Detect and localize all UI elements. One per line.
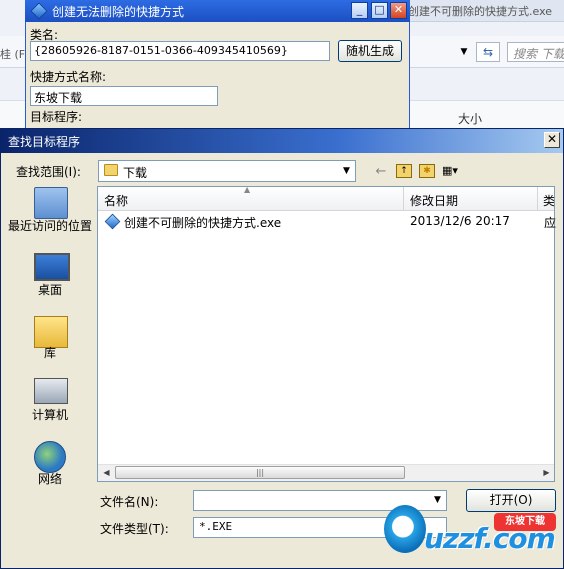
place-computer[interactable]: 计算机 [8, 378, 92, 424]
chevron-down-icon[interactable]: ▼ [338, 162, 355, 180]
chevron-down-icon[interactable]: ▼ [455, 42, 473, 62]
view-menu-icon[interactable]: ▦▾ [442, 163, 468, 179]
close-button[interactable]: ✕ [390, 2, 407, 19]
watermark-badge: 东坡下载 [494, 513, 556, 531]
place-recent-label: 最近访问的位置 [8, 219, 93, 233]
place-desktop[interactable]: 桌面 [8, 253, 92, 298]
minimize-button[interactable]: _ [351, 2, 368, 19]
random-generate-button[interactable]: 随机生成 [338, 40, 402, 62]
scroll-right-icon[interactable]: ▶ [539, 465, 554, 480]
library-icon [34, 316, 68, 348]
file-name[interactable]: 创建不可删除的快捷方式.exe [124, 214, 384, 230]
file-type: 应 [544, 216, 556, 230]
shortcut-name-field[interactable]: 东坡下载 [30, 86, 218, 106]
file-modified-date: 2013/12/6 20:17 [410, 214, 510, 228]
filetype-label: 文件类型(T): [100, 522, 169, 536]
maximize-button[interactable]: □ [371, 2, 388, 19]
place-libraries-label: 库 [43, 346, 56, 360]
close-button[interactable]: ✕ [544, 132, 560, 148]
place-network-label: 网络 [37, 472, 62, 486]
recent-places-icon [34, 187, 68, 219]
shortcut-name-label: 快捷方式名称: [30, 70, 107, 84]
lookin-label: 查找范围(I): [16, 165, 81, 179]
place-libraries[interactable]: 库 [8, 316, 92, 362]
desktop-icon [34, 253, 70, 281]
classname-label: 类名: [30, 28, 59, 42]
lookin-value: 下载 [123, 166, 148, 180]
find-target-title: 查找目标程序 [8, 135, 81, 149]
computer-icon [34, 378, 68, 404]
sort-ascending-icon: ▲ [244, 185, 251, 194]
background-window-title: 创建不可删除的快捷方式.exe [408, 5, 553, 18]
classname-field[interactable]: {28605926-8187-0151-0366-409345410569} [30, 41, 330, 61]
network-globe-icon [34, 441, 66, 473]
new-folder-icon[interactable]: ✱ [419, 164, 435, 178]
target-program-label: 目标程序: [30, 110, 83, 124]
background-address-fragment: 桂 (F: [0, 48, 26, 61]
place-network[interactable]: 网络 [8, 441, 92, 487]
up-folder-icon[interactable]: ↑ [396, 164, 412, 178]
refresh-icon[interactable]: ⇆ [476, 42, 500, 62]
uzzf-logo-icon [384, 505, 426, 553]
scroll-left-icon[interactable]: ◀ [99, 465, 114, 480]
place-desktop-label: 桌面 [37, 283, 62, 297]
search-input[interactable]: 搜索 下载 [507, 42, 564, 62]
place-computer-label: 计算机 [31, 408, 68, 422]
folder-icon [104, 164, 118, 176]
create-shortcut-title: 创建无法删除的快捷方式 [52, 5, 185, 19]
scrollbar-thumb[interactable]: ||| [115, 466, 405, 479]
column-header-date[interactable]: 修改日期 [404, 187, 538, 211]
column-header-size[interactable]: 大小 [458, 110, 518, 126]
place-recent[interactable]: 最近访问的位置 [8, 187, 92, 245]
back-arrow-icon[interactable]: ← [373, 164, 389, 180]
filename-label: 文件名(N): [100, 495, 159, 509]
column-header-type[interactable]: 类 [538, 187, 554, 211]
